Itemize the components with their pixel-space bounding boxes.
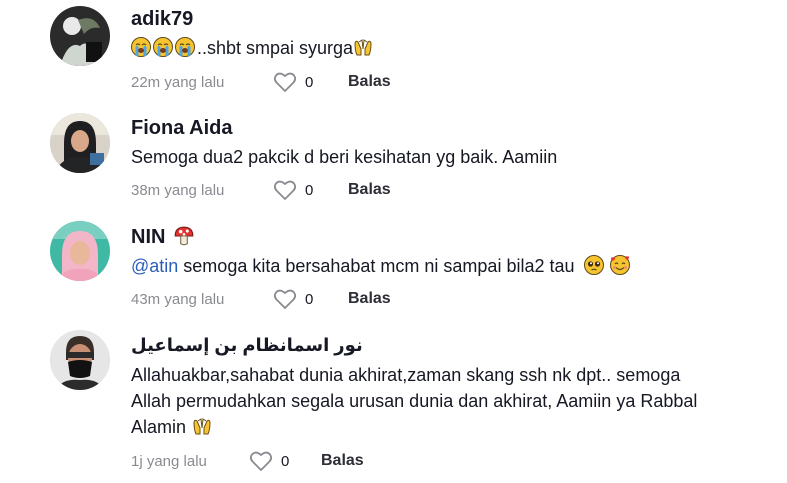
comment-meta: 43m yang lalu 0 Balas bbox=[131, 287, 391, 311]
smiling-face-with-hearts-icon bbox=[609, 255, 630, 275]
like-count: 0 bbox=[305, 290, 314, 308]
mention-link[interactable]: @atin bbox=[131, 256, 178, 276]
reply-button[interactable]: Balas bbox=[348, 73, 391, 91]
reply-button[interactable]: Balas bbox=[348, 181, 391, 199]
loudly-crying-face-icon bbox=[131, 37, 151, 57]
reply-button[interactable]: Balas bbox=[348, 290, 391, 308]
loudly-crying-face-icon bbox=[175, 37, 195, 57]
avatar[interactable] bbox=[50, 113, 110, 173]
loudly-crying-face-icon bbox=[153, 37, 173, 57]
comment-meta: 38m yang lalu 0 Balas bbox=[131, 178, 391, 202]
avatar[interactable] bbox=[50, 6, 110, 66]
comment-meta: 22m yang lalu 0 Balas bbox=[131, 70, 391, 94]
username[interactable]: Fiona Aida bbox=[131, 117, 232, 140]
like-button[interactable]: 0 bbox=[273, 71, 348, 93]
username[interactable]: adik79 bbox=[131, 8, 193, 31]
timestamp: 22m yang lalu bbox=[131, 73, 225, 91]
like-button[interactable]: 0 bbox=[249, 450, 321, 472]
comment-meta: 1j yang lalu 0 Balas bbox=[131, 449, 364, 473]
comment-text: Allahuakbar,sahabat dunia akhirat,zaman … bbox=[131, 365, 698, 437]
username[interactable]: نور اسمانظام بن إسماعيل bbox=[131, 335, 363, 356]
heart-icon bbox=[273, 289, 297, 309]
reply-button[interactable]: Balas bbox=[321, 452, 364, 470]
like-count: 0 bbox=[305, 73, 314, 91]
heart-icon bbox=[273, 72, 297, 92]
avatar[interactable] bbox=[50, 330, 110, 390]
palms-up-together-icon bbox=[353, 37, 373, 57]
timestamp: 43m yang lalu bbox=[131, 290, 225, 308]
pleading-face-icon bbox=[583, 255, 604, 275]
username[interactable]: NIN bbox=[131, 225, 197, 249]
like-button[interactable]: 0 bbox=[273, 288, 348, 310]
comment-text: @atin semoga kita bersahabat mcm ni samp… bbox=[131, 253, 771, 279]
comment-text: ..shbt smpai syurga bbox=[131, 35, 771, 61]
timestamp: 1j yang lalu bbox=[131, 452, 207, 470]
like-count: 0 bbox=[305, 181, 314, 199]
like-count: 0 bbox=[281, 452, 290, 470]
comment-text: Semoga dua2 pakcik d beri kesihatan yg b… bbox=[131, 147, 558, 167]
mushroom-icon bbox=[173, 225, 195, 247]
avatar[interactable] bbox=[50, 221, 110, 281]
heart-icon bbox=[249, 451, 273, 471]
heart-icon bbox=[273, 180, 297, 200]
timestamp: 38m yang lalu bbox=[131, 181, 225, 199]
palms-up-together-icon bbox=[192, 416, 212, 436]
like-button[interactable]: 0 bbox=[273, 179, 348, 201]
